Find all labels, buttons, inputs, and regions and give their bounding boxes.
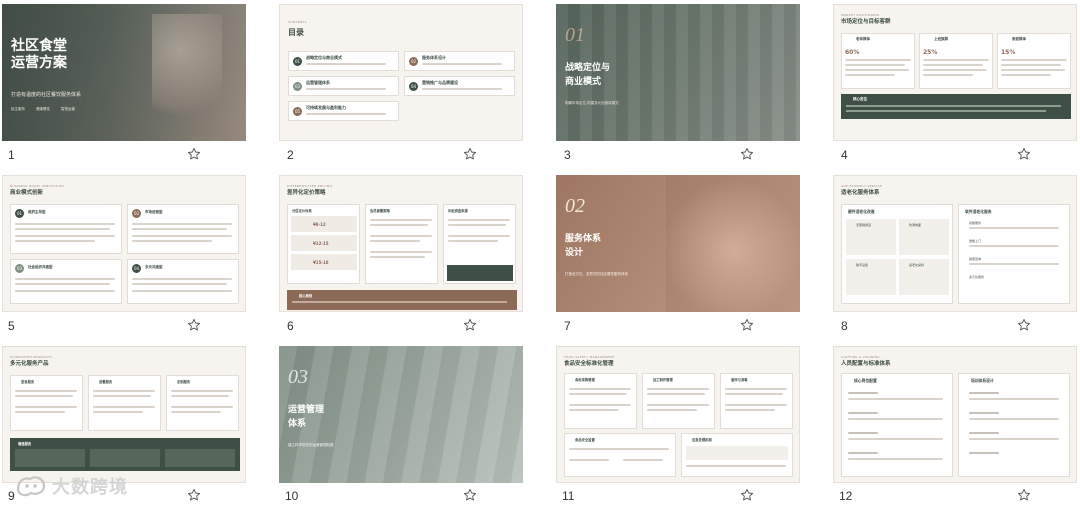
slide-thumbnail-5[interactable]: BUSINESS MODEL INNOVATION 商业模式创新 01 政府主导… [2, 175, 246, 312]
staffing-panel: 核心岗位配置 [841, 373, 953, 477]
slide-heading: 食品安全标准化管理 [564, 361, 614, 367]
section-desc: 打造全方位、多层次的社区餐饮服务体系 [565, 272, 628, 276]
section-number: 01 [565, 24, 585, 46]
star-icon[interactable] [463, 318, 477, 332]
slide-number-11: 11 [562, 489, 575, 503]
slide-number-12: 12 [839, 489, 853, 503]
star-icon[interactable] [740, 147, 754, 161]
safety-column-1: 食材采购管理 [564, 373, 637, 429]
slide-heading: 人员配置与标准体系 [841, 361, 891, 367]
segment-card-3: 家庭群体 15% [997, 33, 1071, 89]
toc-heading: 目录 [288, 28, 304, 37]
segment-card-1: 老年群体 60% [841, 33, 915, 89]
slide-thumbnail-2[interactable]: CONTENTS 目录 01 战略定位与商业模式 02 服务体系设计 03 运营… [279, 4, 523, 141]
emergency-panel: 应急处理机制 [681, 433, 793, 477]
slide-thumbnail-6[interactable]: DIFFERENTIATED PRICING 差异化定价策略 分层定价体系 ¥8… [279, 175, 523, 312]
section-title-line1: 战略定位与 [565, 63, 611, 73]
star-icon[interactable] [1017, 488, 1031, 502]
slide-heading: 差异化定价策略 [287, 190, 326, 196]
cover-tag-1: 民生服务 [11, 107, 25, 111]
section-title-line1: 服务体系 [565, 234, 602, 244]
supervision-panel: 食品安全监督 [564, 433, 676, 477]
slide-number-6: 6 [287, 319, 294, 333]
star-icon[interactable] [1017, 318, 1031, 332]
star-icon[interactable] [187, 147, 201, 161]
slide-heading: 多元化服务产品 [10, 361, 49, 367]
watermark: 大数跨境 [14, 471, 128, 501]
model-card-3: 03 社会组织共建型 [10, 259, 122, 304]
product-column-1: 堂食服务 [10, 375, 83, 431]
hardware-panel: 硬件适老化改造 无障碍通道 防滑地面 助手设施 适老化桌椅 [841, 204, 953, 304]
model-card-2: 02 市场运营型 [127, 204, 239, 254]
slide-heading: 商业模式创新 [10, 190, 44, 196]
segment-card-2: 上班族群 25% [919, 33, 993, 89]
section-title-line1: 运营管理 [288, 405, 325, 415]
star-icon[interactable] [740, 488, 754, 502]
cover-subtitle: 打造有温度的社区餐饮服务体系 [11, 92, 82, 98]
slide-thumbnail-9[interactable]: DIVERSIFIED PRODUCTS 多元化服务产品 堂食服务 送餐服务 定… [2, 346, 246, 483]
cover-title-line2: 运营方案 [11, 55, 67, 71]
slide-kicker: CONTENTS [288, 20, 307, 24]
slide-thumbnail-10[interactable]: 03 运营管理 体系 建立科学规范的运营管理制度 [279, 346, 523, 483]
watermark-text: 大数跨境 [52, 477, 128, 498]
section-title-line2: 体系 [288, 419, 307, 429]
pricing-column-3: 补贴资金来源 [443, 204, 516, 284]
cover-tag-3: 智慧运营 [61, 107, 75, 111]
toc-item-5[interactable]: 05 可持续发展与盈利能力 [288, 101, 399, 121]
slide-thumbnail-11[interactable]: FOOD SAFETY MANAGEMENT 食品安全标准化管理 食材采购管理 … [556, 346, 800, 483]
slide-thumbnail-8[interactable]: AGE-FRIENDLY SERVICE 适老化服务体系 硬件适老化改造 无障碍… [833, 175, 1077, 312]
slide-number-8: 8 [841, 319, 848, 333]
section-title-line2: 商业模式 [565, 77, 602, 87]
star-icon[interactable] [463, 147, 477, 161]
slide-thumbnail-7[interactable]: 02 服务体系 设计 打造全方位、多层次的社区餐饮服务体系 [556, 175, 800, 312]
slide-number-7: 7 [564, 319, 571, 333]
slide-number-1: 1 [8, 148, 15, 162]
safety-column-2: 加工制作管理 [642, 373, 715, 429]
slide-thumbnail-4[interactable]: MARKET POSITIONING 市场定位与目标客群 老年群体 60% 上班… [833, 4, 1077, 141]
section-desc: 明确市场定位,构建多元化营收模式 [565, 101, 619, 105]
slide-thumbnail-12[interactable]: STAFFING & TRAINING 人员配置与标准体系 核心岗位配置 培训体… [833, 346, 1077, 483]
slide-heading: 适老化服务体系 [841, 190, 880, 196]
pricing-column-2: 会员套餐策略 [365, 204, 438, 284]
slide-number-3: 3 [564, 148, 571, 162]
product-column-2: 送餐服务 [88, 375, 161, 431]
value-added-panel: 增值服务 [10, 438, 240, 471]
training-panel: 培训体系设计 [958, 373, 1070, 477]
slide-thumbnail-3[interactable]: 01 战略定位与 商业模式 明确市场定位,构建多元化营收模式 [556, 4, 800, 141]
model-card-4: 04 多元共建型 [127, 259, 239, 304]
star-icon[interactable] [463, 488, 477, 502]
section-title-line2: 设计 [565, 248, 584, 258]
section-number: 02 [565, 195, 585, 217]
slide-number-2: 2 [287, 148, 294, 162]
toc-item-2[interactable]: 02 服务体系设计 [404, 51, 515, 71]
toc-item-1[interactable]: 01 战略定位与商业模式 [288, 51, 399, 71]
section-number: 03 [288, 366, 308, 388]
toc-item-4[interactable]: 04 营销推广与品牌建设 [404, 76, 515, 96]
software-panel: 软件适老化服务 就餐服务 送餐上门 健康咨询 多元化服务 [958, 204, 1070, 304]
star-icon[interactable] [187, 488, 201, 502]
slide-number-5: 5 [8, 319, 15, 333]
star-icon[interactable] [740, 318, 754, 332]
pricing-column-1: 分层定价体系 ¥8-12 ¥12-15 ¥15-18 [287, 204, 360, 284]
cover-title-line1: 社区食堂 [11, 38, 67, 54]
cover-tag-2: 健康餐饮 [36, 107, 50, 111]
watermark-logo-icon [16, 476, 46, 497]
slide-number-10: 10 [285, 489, 299, 503]
product-column-3: 定制服务 [166, 375, 239, 431]
slide-thumbnail-1[interactable]: 社区食堂 运营方案 打造有温度的社区餐饮服务体系 民生服务 健康餐饮 智慧运营 [2, 4, 246, 141]
star-icon[interactable] [187, 318, 201, 332]
cover-photo [152, 14, 222, 134]
core-positioning-panel: 核心定位 [841, 94, 1071, 119]
slide-heading: 市场定位与目标客群 [841, 19, 891, 25]
toc-item-3[interactable]: 03 运营管理体系 [288, 76, 399, 96]
section-desc: 建立科学规范的运营管理制度 [288, 443, 334, 447]
safety-column-3: 留样与消毒 [720, 373, 793, 429]
section-photo [666, 175, 800, 312]
star-icon[interactable] [1017, 147, 1031, 161]
model-card-1: 01 政府主导型 [10, 204, 122, 254]
core-principle-banner: 核心原则 [287, 290, 517, 310]
slide-number-4: 4 [841, 148, 848, 162]
